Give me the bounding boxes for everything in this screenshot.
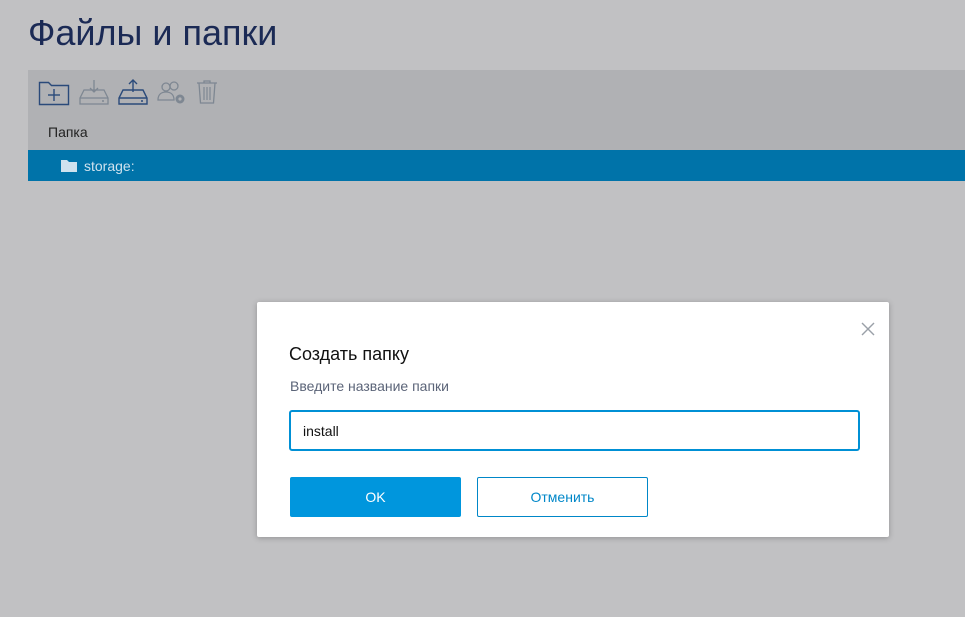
download-icon [79, 80, 109, 105]
ok-button[interactable]: OK [290, 477, 461, 517]
dialog-title: Создать папку [289, 344, 409, 364]
dialog-subtitle: Введите название папки [290, 378, 449, 394]
table-row[interactable]: storage: [28, 150, 965, 181]
new-folder-icon [38, 81, 70, 106]
create-folder-dialog: Создать папку Введите название папки OK … [257, 302, 889, 537]
folder-icon [61, 160, 77, 172]
file-browser-panel: Папка storage: [28, 70, 965, 181]
column-header-folder[interactable]: Папка [48, 124, 88, 140]
user-settings-button[interactable] [156, 78, 188, 110]
row-label: storage: [84, 158, 135, 174]
toolbar [28, 70, 965, 118]
folder-name-input[interactable] [289, 410, 860, 451]
close-icon[interactable] [861, 322, 875, 336]
user-settings-icon [157, 81, 185, 104]
delete-button[interactable] [194, 78, 220, 110]
upload-button[interactable] [117, 78, 149, 110]
cancel-button[interactable]: Отменить [477, 477, 648, 517]
page-title: Файлы и папки [28, 12, 278, 53]
new-folder-button[interactable] [38, 78, 70, 110]
upload-icon [118, 79, 148, 105]
trash-icon [197, 80, 217, 104]
download-button[interactable] [78, 78, 110, 110]
